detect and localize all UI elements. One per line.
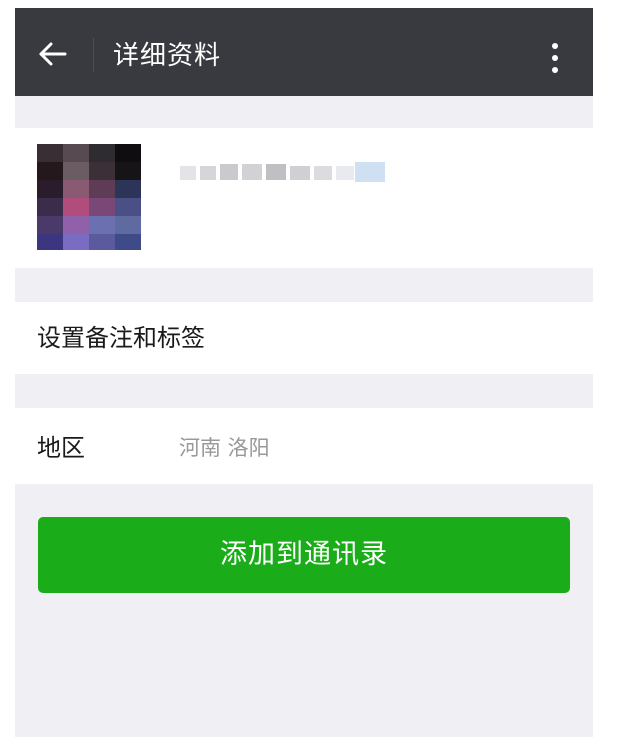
header-divider (93, 38, 94, 72)
back-button[interactable] (33, 34, 73, 74)
profile-screen: 详细资料 设置备注和标签 地区 河南 洛阳 添加到通讯录 (15, 8, 593, 737)
add-to-contacts-button[interactable]: 添加到通讯录 (38, 517, 570, 593)
nickname-obscured (180, 162, 385, 182)
remark-and-tags-row[interactable]: 设置备注和标签 (15, 302, 593, 374)
title-bar: 详细资料 (15, 8, 593, 96)
avatar[interactable] (37, 144, 141, 250)
more-options-button[interactable] (541, 38, 569, 78)
region-value: 河南 洛阳 (179, 436, 270, 460)
page-title: 详细资料 (113, 41, 222, 71)
region-row: 地区 河南 洛阳 (15, 408, 593, 484)
region-label: 地区 (37, 434, 85, 462)
arrow-left-icon (39, 42, 67, 66)
more-vertical-icon (552, 43, 558, 73)
profile-card (15, 128, 593, 268)
remark-and-tags-label: 设置备注和标签 (37, 324, 205, 352)
